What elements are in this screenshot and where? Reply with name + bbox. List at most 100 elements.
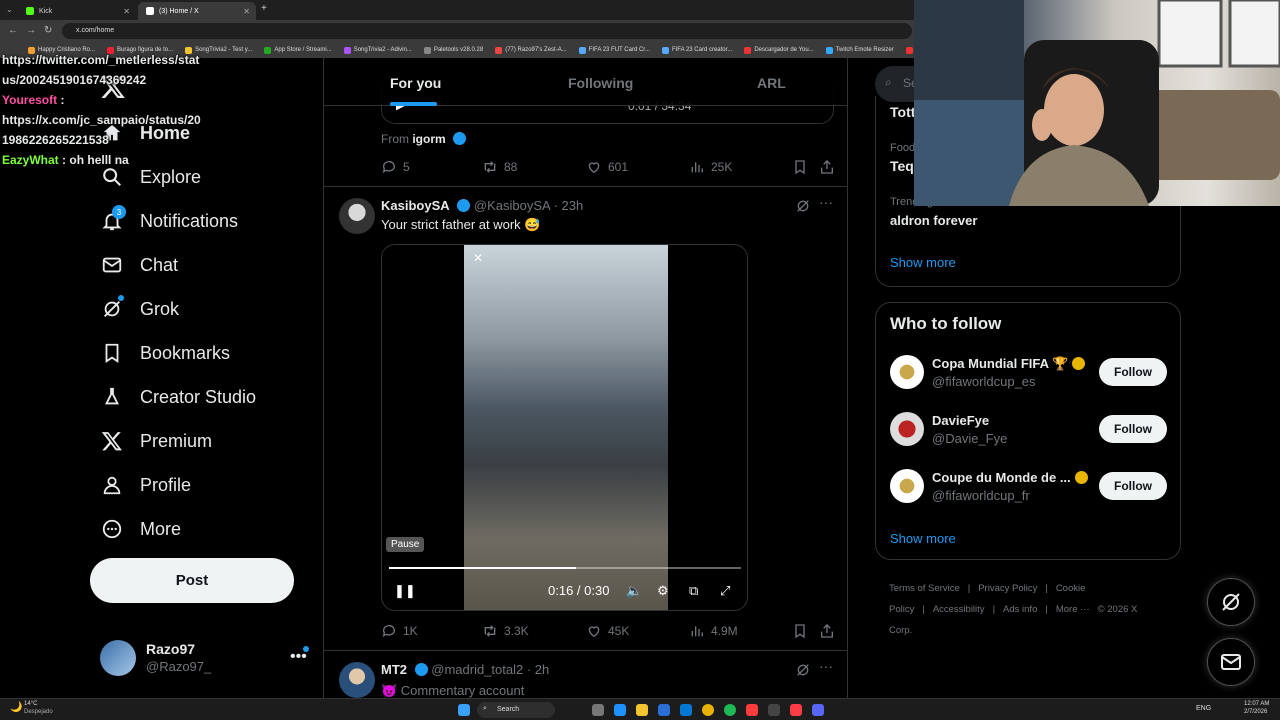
- video-player[interactable]: ✕ Pause ❚❚ 0:16 / 0:30 🔈 ⚙ ⧉ ⤢: [381, 244, 748, 611]
- profile-handle[interactable]: @Razo97_: [146, 659, 211, 674]
- repost-button[interactable]: 3.3K: [482, 623, 529, 639]
- sidebar-item-chat[interactable]: Chat: [100, 250, 178, 280]
- edge-icon[interactable]: [614, 704, 626, 716]
- browser-tab-kick[interactable]: Kick ✕: [18, 2, 136, 20]
- trends-show-more[interactable]: Show more: [890, 255, 956, 270]
- repost-button[interactable]: 88: [482, 159, 517, 175]
- avatar[interactable]: [890, 469, 924, 503]
- footer-link[interactable]: Privacy Policy: [978, 583, 1037, 594]
- settings-icon[interactable]: ⚙: [657, 583, 669, 599]
- suggestion-handle[interactable]: @Davie_Fye: [932, 431, 1007, 446]
- pip-icon[interactable]: ⧉: [689, 583, 698, 599]
- browser-tab-x[interactable]: (3) Home / X ✕: [138, 2, 256, 20]
- follow-button[interactable]: Follow: [1099, 415, 1167, 443]
- pause-icon[interactable]: ❚❚: [394, 583, 416, 599]
- grok-icon[interactable]: [795, 662, 811, 678]
- footer-link[interactable]: Accessibility: [933, 604, 985, 615]
- bookmark-icon[interactable]: [792, 159, 808, 175]
- discord-icon[interactable]: [812, 704, 824, 716]
- post-time[interactable]: · 23h: [554, 198, 584, 213]
- more-icon[interactable]: ···: [819, 658, 833, 674]
- tab-for-you[interactable]: For you: [390, 75, 441, 91]
- tab-menu-icon[interactable]: ⌄: [6, 5, 13, 14]
- trend-title[interactable]: aldron forever: [890, 213, 977, 228]
- messages-button[interactable]: [1207, 638, 1255, 686]
- back-icon[interactable]: ←: [8, 25, 18, 36]
- bookmark-item[interactable]: Descargador de You...: [744, 46, 814, 54]
- footer-link[interactable]: Terms of Service: [889, 583, 960, 594]
- file-explorer-icon[interactable]: [636, 704, 648, 716]
- bookmark-item[interactable]: FIFA 23 FUT Card Cr...: [578, 46, 650, 54]
- suggestion-handle[interactable]: @fifaworldcup_fr: [932, 488, 1030, 503]
- avatar[interactable]: [890, 412, 924, 446]
- follow-button[interactable]: Follow: [1099, 358, 1167, 386]
- trend-title[interactable]: Teq: [890, 158, 914, 174]
- sidebar-item-creator-studio[interactable]: Creator Studio: [100, 382, 256, 412]
- author-handle[interactable]: @madrid_total2: [431, 662, 523, 677]
- sidebar-item-notifications[interactable]: 3 Notifications: [100, 205, 238, 236]
- profile-name[interactable]: Razo97: [146, 641, 195, 657]
- app-icon[interactable]: [746, 704, 758, 716]
- music-icon[interactable]: [790, 704, 802, 716]
- url-field[interactable]: x.com/home: [62, 23, 912, 39]
- chrome-icon[interactable]: [702, 704, 714, 716]
- more-icon[interactable]: ···: [819, 194, 833, 210]
- share-icon[interactable]: [819, 623, 835, 639]
- suggestion-name[interactable]: Coupe du Monde de ...: [932, 470, 1088, 485]
- reload-icon[interactable]: ↻: [44, 25, 52, 36]
- author-name[interactable]: KasiboySA: [381, 198, 450, 213]
- grok-button[interactable]: [1207, 578, 1255, 626]
- close-icon[interactable]: ✕: [243, 7, 250, 16]
- close-icon[interactable]: ✕: [473, 251, 483, 265]
- reply-button[interactable]: 5: [381, 159, 410, 175]
- follow-button[interactable]: Follow: [1099, 472, 1167, 500]
- sidebar-item-grok[interactable]: Grok: [100, 294, 179, 324]
- bookmark-item[interactable]: Twitch Emote Resizer: [825, 46, 894, 54]
- task-view-icon[interactable]: [592, 704, 604, 716]
- footer-link[interactable]: Ads info: [1003, 604, 1037, 615]
- post-button[interactable]: Post: [90, 558, 294, 603]
- fullscreen-icon[interactable]: ⤢: [720, 583, 730, 599]
- avatar[interactable]: [339, 662, 375, 698]
- tab-arl[interactable]: ARL: [757, 75, 786, 91]
- volume-icon[interactable]: 🔈: [626, 583, 642, 599]
- sidebar-item-more[interactable]: More: [100, 514, 181, 544]
- reply-button[interactable]: 1K: [381, 623, 418, 639]
- clock-time[interactable]: 12:07 AM: [1244, 701, 1269, 707]
- language-indicator[interactable]: ENG: [1196, 705, 1211, 712]
- avatar[interactable]: [890, 355, 924, 389]
- app-icon[interactable]: [768, 704, 780, 716]
- suggestion-handle[interactable]: @fifaworldcup_es: [932, 374, 1036, 389]
- new-tab-button[interactable]: +: [261, 3, 267, 14]
- wtf-show-more[interactable]: Show more: [890, 531, 956, 546]
- suggestion-name[interactable]: Copa Mundial FIFA 🏆: [932, 356, 1086, 372]
- bookmark-item[interactable]: FIFA 23 Card creator...: [661, 46, 732, 54]
- like-button[interactable]: 45K: [586, 623, 629, 639]
- store-icon[interactable]: [658, 704, 670, 716]
- avatar[interactable]: [100, 640, 136, 676]
- video-progress-bar[interactable]: [389, 567, 741, 569]
- footer-link[interactable]: More ···: [1056, 604, 1090, 615]
- bookmark-item[interactable]: SongTrivia2 - Adivin...: [343, 46, 412, 54]
- suggestion-name[interactable]: DavieFye: [932, 413, 989, 428]
- tab-following[interactable]: Following: [568, 75, 633, 91]
- start-icon[interactable]: [458, 704, 470, 716]
- views-button[interactable]: 4.9M: [689, 623, 738, 639]
- from-user[interactable]: igorm: [412, 132, 445, 146]
- views-button[interactable]: 25K: [689, 159, 732, 175]
- sidebar-item-profile[interactable]: Profile: [100, 470, 191, 500]
- trend-title[interactable]: Tott: [890, 104, 915, 120]
- sidebar-item-bookmarks[interactable]: Bookmarks: [100, 338, 230, 368]
- forward-icon[interactable]: →: [26, 25, 36, 36]
- clock-date[interactable]: 2/7/2026: [1244, 709, 1267, 715]
- bookmark-item[interactable]: (77) Razo97's Zest-A...: [495, 46, 567, 54]
- like-button[interactable]: 601: [586, 159, 628, 175]
- close-icon[interactable]: ✕: [123, 7, 130, 16]
- spotify-icon[interactable]: [724, 704, 736, 716]
- taskbar-search[interactable]: ⌕ Search: [477, 702, 555, 718]
- bookmark-icon[interactable]: [792, 623, 808, 639]
- bookmark-item[interactable]: App Store / Streami...: [264, 46, 332, 54]
- sidebar-item-premium[interactable]: Premium: [100, 426, 212, 456]
- share-icon[interactable]: [819, 159, 835, 175]
- author-name[interactable]: MT2: [381, 662, 407, 677]
